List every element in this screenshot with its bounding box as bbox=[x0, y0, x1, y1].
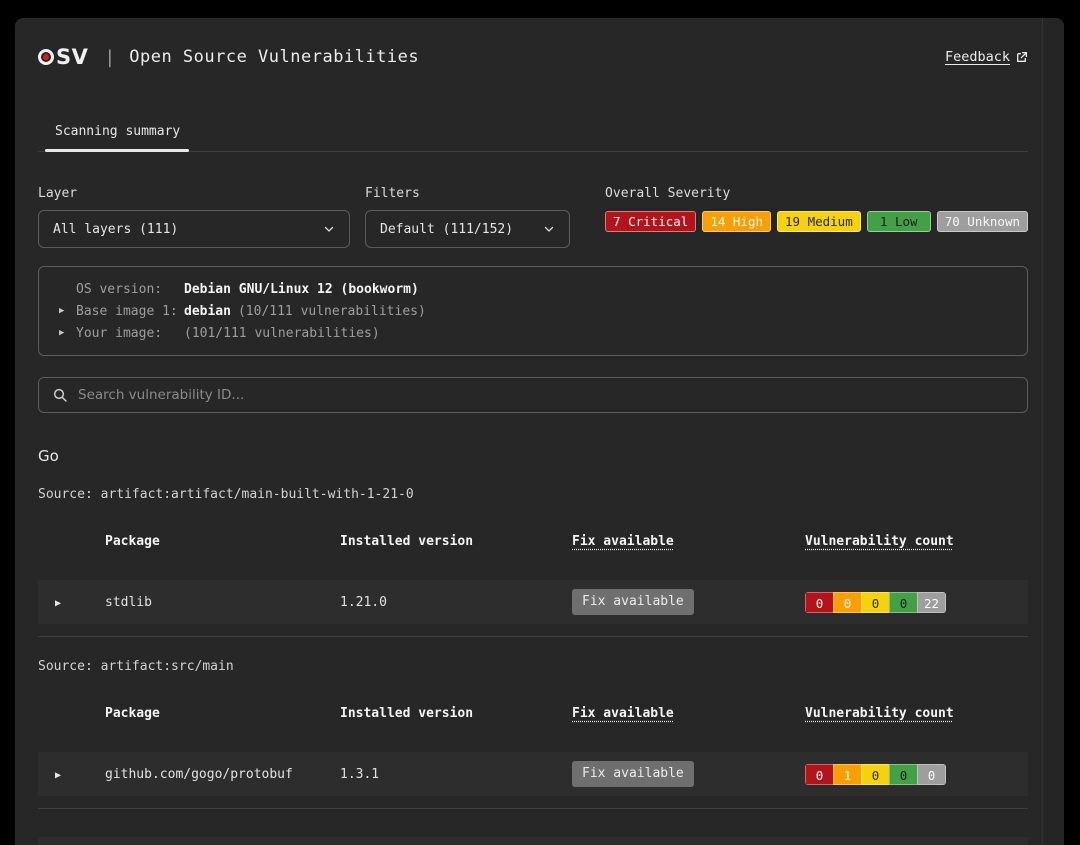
vulnerability-table: Package Installed version Fix available … bbox=[38, 690, 1028, 845]
tab-scanning-summary[interactable]: Scanning summary bbox=[38, 114, 198, 151]
app-panel: SV | Open Source Vulnerabilities Feedbac… bbox=[15, 18, 1064, 845]
section-divider bbox=[38, 808, 1028, 809]
vulnerability-count-badges: 0 1 0 0 0 bbox=[805, 764, 946, 785]
col-installed-version: Installed version bbox=[340, 706, 572, 721]
installed-version: 1.21.0 bbox=[340, 595, 572, 610]
severity-badge-medium: 19 Medium bbox=[777, 211, 861, 232]
expand-triangle-icon[interactable]: ▶ bbox=[59, 306, 76, 316]
layer-select-value: All layers (111) bbox=[53, 222, 311, 237]
installed-version: 1.3.1 bbox=[340, 767, 572, 782]
feedback-link[interactable]: Feedback bbox=[945, 49, 1028, 65]
logo-text: SV bbox=[56, 45, 88, 69]
severity-badges: 7 Critical 14 High 19 Medium 1 Low 70 Un… bbox=[605, 211, 1028, 232]
tab-bar: Scanning summary bbox=[38, 114, 1028, 152]
base-image-row[interactable]: ▶ Base image 1: debian (10/111 vulnerabi… bbox=[39, 300, 1027, 322]
col-installed-version: Installed version bbox=[340, 534, 572, 549]
col-vulnerability-count: Vulnerability count bbox=[805, 534, 1028, 549]
expand-triangle-icon[interactable]: ▶ bbox=[55, 598, 61, 609]
search-icon bbox=[52, 387, 68, 403]
severity-badge-low: 1 Low bbox=[867, 211, 931, 232]
os-version-value: Debian GNU/Linux 12 (bookworm) bbox=[184, 282, 419, 297]
vulnerability-table: Package Installed version Fix available … bbox=[38, 518, 1028, 624]
filters-select[interactable]: Default (111/152) bbox=[365, 210, 570, 248]
search-input[interactable] bbox=[78, 387, 1014, 403]
base-image-label: Base image 1: bbox=[76, 304, 184, 319]
section-divider bbox=[38, 636, 1028, 637]
count-high: 1 bbox=[833, 764, 862, 785]
filters-group: Filters Default (111/152) bbox=[365, 186, 570, 248]
table-header-row: Package Installed version Fix available … bbox=[38, 690, 1028, 736]
col-vulnerability-count: Vulnerability count bbox=[805, 706, 1028, 721]
source-line: Source: artifact:src/main bbox=[38, 659, 1028, 674]
ecosystem-heading: Go bbox=[38, 447, 1028, 465]
count-critical: 0 bbox=[805, 764, 834, 785]
expand-triangle-icon[interactable]: ▶ bbox=[59, 328, 76, 338]
layer-select[interactable]: All layers (111) bbox=[38, 210, 350, 248]
count-low: 0 bbox=[889, 592, 918, 613]
osv-logo: SV bbox=[38, 45, 88, 69]
col-package: Package bbox=[105, 534, 340, 549]
chevron-down-icon bbox=[543, 223, 555, 235]
filters-select-value: Default (111/152) bbox=[380, 222, 531, 237]
source-line: Source: artifact:artifact/main-built-wit… bbox=[38, 487, 1028, 502]
your-image-row[interactable]: ▶ Your image: (101/111 vulnerabilities) bbox=[39, 322, 1027, 344]
controls-row: Layer All layers (111) Filters Default (… bbox=[38, 186, 1028, 248]
base-image-count: (10/111 vulnerabilities) bbox=[238, 304, 426, 319]
table-row-partial[interactable]: ▶ bbox=[38, 837, 1028, 845]
page-title: Open Source Vulnerabilities bbox=[129, 47, 419, 67]
col-fix-available: Fix available bbox=[572, 706, 805, 721]
expand-triangle-icon[interactable]: ▶ bbox=[55, 770, 61, 781]
count-unknown: 0 bbox=[917, 764, 946, 785]
your-image-count: (101/111 vulnerabilities) bbox=[184, 326, 380, 341]
col-fix-available: Fix available bbox=[572, 534, 805, 549]
app-header: SV | Open Source Vulnerabilities Feedbac… bbox=[38, 18, 1028, 70]
base-image-value: debian bbox=[184, 304, 231, 319]
count-low: 0 bbox=[889, 764, 918, 785]
count-unknown: 22 bbox=[917, 592, 946, 613]
search-box bbox=[38, 377, 1028, 413]
external-link-icon bbox=[1015, 51, 1028, 64]
os-version-row: OS version: Debian GNU/Linux 12 (bookwor… bbox=[39, 278, 1027, 300]
count-critical: 0 bbox=[805, 592, 834, 613]
osv-target-icon bbox=[38, 49, 54, 65]
package-name: stdlib bbox=[105, 595, 340, 610]
layer-group: Layer All layers (111) bbox=[38, 186, 350, 248]
col-package: Package bbox=[105, 706, 340, 721]
feedback-label: Feedback bbox=[945, 49, 1010, 65]
table-row[interactable]: ▶ stdlib 1.21.0 Fix available 0 0 0 0 22 bbox=[38, 580, 1028, 624]
filters-label: Filters bbox=[365, 186, 570, 202]
severity-badge-unknown: 70 Unknown bbox=[937, 211, 1028, 232]
count-medium: 0 bbox=[861, 592, 890, 613]
fix-available-badge: Fix available bbox=[572, 761, 694, 787]
your-image-label: Your image: bbox=[76, 326, 184, 341]
count-high: 0 bbox=[833, 592, 862, 613]
table-header-row: Package Installed version Fix available … bbox=[38, 518, 1028, 564]
severity-badge-critical: 7 Critical bbox=[605, 211, 696, 232]
scrollbar-gutter[interactable] bbox=[1042, 18, 1064, 845]
severity-badge-high: 14 High bbox=[702, 211, 771, 232]
layer-label: Layer bbox=[38, 186, 350, 202]
vulnerability-count-badges: 0 0 0 0 22 bbox=[805, 592, 946, 613]
package-name: github.com/gogo/protobuf bbox=[105, 767, 340, 782]
chevron-down-icon bbox=[323, 223, 335, 235]
image-info-box: OS version: Debian GNU/Linux 12 (bookwor… bbox=[38, 266, 1028, 356]
count-medium: 0 bbox=[861, 764, 890, 785]
os-version-label: OS version: bbox=[76, 282, 184, 297]
table-row[interactable]: ▶ github.com/gogo/protobuf 1.3.1 Fix ava… bbox=[38, 752, 1028, 796]
overall-severity-group: Overall Severity 7 Critical 14 High 19 M… bbox=[605, 186, 1028, 232]
overall-severity-label: Overall Severity bbox=[605, 186, 1028, 202]
title-separator: | bbox=[104, 47, 115, 68]
fix-available-badge: Fix available bbox=[572, 589, 694, 615]
